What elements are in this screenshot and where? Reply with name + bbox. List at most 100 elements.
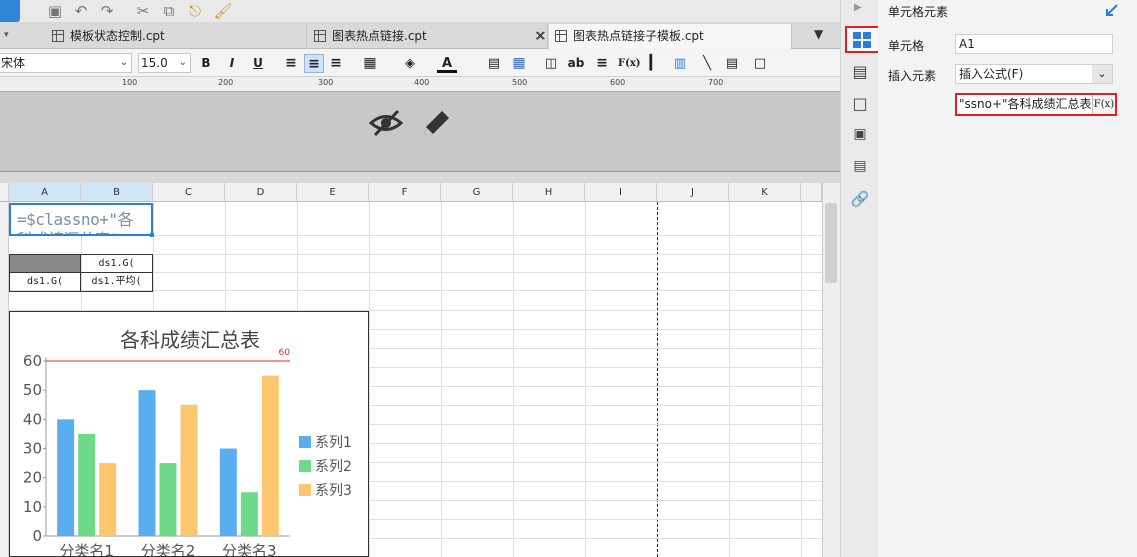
condition-attribute-icon[interactable]: ▤	[850, 158, 870, 178]
legend-label: 系列1	[315, 435, 352, 451]
parameter-pane-divider[interactable]	[0, 172, 840, 183]
insert-slash-icon[interactable]: ╲	[697, 54, 717, 73]
vertical-scrollbar[interactable]	[822, 183, 840, 557]
grid-line	[513, 202, 514, 557]
align-right-icon[interactable]: ≡	[326, 54, 346, 73]
more-insert-icon[interactable]: □	[750, 54, 770, 73]
insert-element-label: 插入元素	[888, 69, 937, 83]
font-size-select[interactable]: 15.0 ⌄	[138, 53, 191, 73]
expand-panel-icon[interactable]	[1106, 4, 1118, 16]
tab-chart-hotlink[interactable]: 图表热点链接.cpt ×	[308, 24, 548, 49]
insert-formula-button[interactable]: F(x)	[618, 54, 641, 73]
row-header-strip[interactable]	[0, 202, 9, 557]
panel-title: 单元格元素	[888, 5, 949, 19]
insert-subreport-icon[interactable]: ▤	[722, 54, 742, 73]
column-header-c[interactable]: C	[153, 183, 225, 202]
x-tick-label: 分类名1	[59, 542, 114, 556]
tab-scroll-left-icon[interactable]: ▾	[4, 30, 9, 40]
insert-image-cell-icon[interactable]: ◫	[541, 54, 561, 73]
widget-settings-icon[interactable]: ▣	[850, 126, 870, 146]
cell-style-icon[interactable]: □	[850, 94, 870, 114]
bold-button[interactable]: B	[196, 54, 216, 73]
row-header-corner[interactable]	[0, 183, 9, 202]
fill-color-icon[interactable]: ◈	[400, 54, 420, 73]
chevron-down-icon: ⌄	[178, 57, 187, 68]
formula-editor-button[interactable]: F(x)	[1092, 95, 1115, 114]
column-header-extra[interactable]	[801, 183, 822, 202]
cell-element-tab[interactable]	[845, 26, 880, 53]
align-left-icon[interactable]: ≡	[281, 54, 301, 73]
cell-a3-header[interactable]	[9, 254, 81, 273]
split-cells-icon[interactable]: ▦	[509, 54, 529, 73]
y-tick-label: 10	[23, 498, 42, 516]
grid-line	[801, 202, 802, 557]
italic-button[interactable]: I	[222, 54, 242, 73]
cell-element-panel: 单元格元素 单元格 A1 插入元素 插入公式(F) ⌄ ssno+"各科成绩汇总…	[878, 0, 1137, 557]
column-header-k[interactable]: K	[729, 183, 801, 202]
legend-swatch	[299, 484, 311, 496]
selection-handle[interactable]	[150, 233, 154, 237]
cell-attribute-icon[interactable]: ▤	[850, 62, 870, 82]
insert-element-select[interactable]: 插入公式(F) ⌄	[955, 64, 1113, 84]
chevron-down-icon: ⌄	[1092, 65, 1112, 83]
tab-template-state-control[interactable]: 模板状态控制.cpt	[46, 24, 307, 49]
column-header-j[interactable]: J	[657, 183, 729, 202]
ruler-mark: 300	[318, 78, 334, 87]
underline-button[interactable]: U	[248, 54, 268, 73]
y-tick-label: 60	[23, 352, 42, 370]
insert-picture-icon[interactable]: ▥	[670, 54, 690, 73]
ruler-mark: 600	[610, 78, 626, 87]
column-header-h[interactable]: H	[513, 183, 585, 202]
hyperlink-icon[interactable]: 🔗	[850, 190, 870, 210]
bar	[99, 463, 117, 536]
format-brush-icon[interactable]: 🖌	[212, 1, 234, 21]
copy-icon[interactable]: ⧉	[158, 1, 180, 21]
cut-icon[interactable]: ✂	[132, 1, 154, 21]
tab-chart-hotlink-subtemplate[interactable]: 图表热点链接子模板.cpt ×	[535, 24, 792, 49]
insert-chart-icon[interactable]: ▎	[645, 54, 665, 73]
app-menu-icon[interactable]	[0, 0, 20, 22]
font-family-select[interactable]: 宋体 ⌄	[0, 53, 132, 73]
cell-a1-formula-overflow: 科成绩汇总表"	[17, 226, 120, 234]
border-icon[interactable]: ▦	[360, 54, 380, 73]
cell-a1-selected[interactable]: =$classno+"各 科成绩汇总表"	[9, 203, 153, 236]
collapse-panel-icon[interactable]: ▶	[854, 2, 862, 13]
undo-icon[interactable]: ↶	[70, 1, 92, 21]
column-header-f[interactable]: F	[369, 183, 441, 202]
chart-canvas: 各科成绩汇总表 0 10 20 30 40 50 60 60 分类名1 分类名2 分类名3 系列1 系列…	[23, 328, 352, 557]
hide-eye-icon[interactable]	[369, 108, 403, 138]
paste-icon[interactable]: ⎋	[184, 1, 206, 21]
formula-editor[interactable]: ssno+"各科成绩汇总表" F(x)	[955, 93, 1117, 116]
formula-input[interactable]: ssno+"各科成绩汇总表"	[957, 95, 1092, 114]
font-color-icon[interactable]: A	[437, 54, 457, 73]
cell-b3[interactable]: ds1.G(	[81, 254, 153, 273]
merge-cells-icon[interactable]: ▤	[484, 54, 504, 73]
insert-text-button[interactable]: ab	[566, 54, 586, 73]
bar	[180, 404, 198, 536]
template-grid-icon	[52, 30, 64, 42]
property-tab-strip: ▶ ▤ □ ▣ ▤ 🔗	[840, 0, 880, 557]
close-tab-icon[interactable]: ×	[535, 24, 547, 48]
redo-icon[interactable]: ↷	[96, 1, 118, 21]
column-header-g[interactable]: G	[441, 183, 513, 202]
template-tab-bar: ▾ 模板状态控制.cpt 图表热点链接.cpt × 图表热点链接子模板.cpt …	[0, 22, 840, 49]
column-header-a[interactable]: A	[9, 183, 81, 202]
y-tick-label: 20	[23, 469, 42, 487]
reference-line-label: 60	[279, 348, 291, 358]
chart-title: 各科成绩汇总表	[120, 328, 260, 352]
column-header-i[interactable]: I	[585, 183, 657, 202]
save-icon[interactable]: ▣	[44, 1, 66, 21]
bar-chart-element[interactable]: 各科成绩汇总表 0 10 20 30 40 50 60 60 分类名1 分类名2 分类名3 系列1 系列…	[9, 311, 369, 557]
scroll-thumb[interactable]	[825, 203, 837, 283]
tab-list-dropdown-icon[interactable]: ▼	[814, 27, 823, 41]
column-header-e[interactable]: E	[297, 183, 369, 202]
x-tick-label: 分类名3	[222, 542, 277, 556]
align-center-icon[interactable]: ≡	[304, 54, 324, 73]
edit-pencil-icon[interactable]	[420, 108, 452, 138]
cell-name-input[interactable]: A1	[955, 34, 1113, 54]
column-header-b[interactable]: B	[81, 183, 153, 202]
insert-richtext-icon[interactable]: ≡	[592, 54, 612, 73]
cell-a4[interactable]: ds1.G(	[9, 273, 81, 292]
column-header-d[interactable]: D	[225, 183, 297, 202]
cell-b4[interactable]: ds1.平均(	[81, 273, 153, 292]
